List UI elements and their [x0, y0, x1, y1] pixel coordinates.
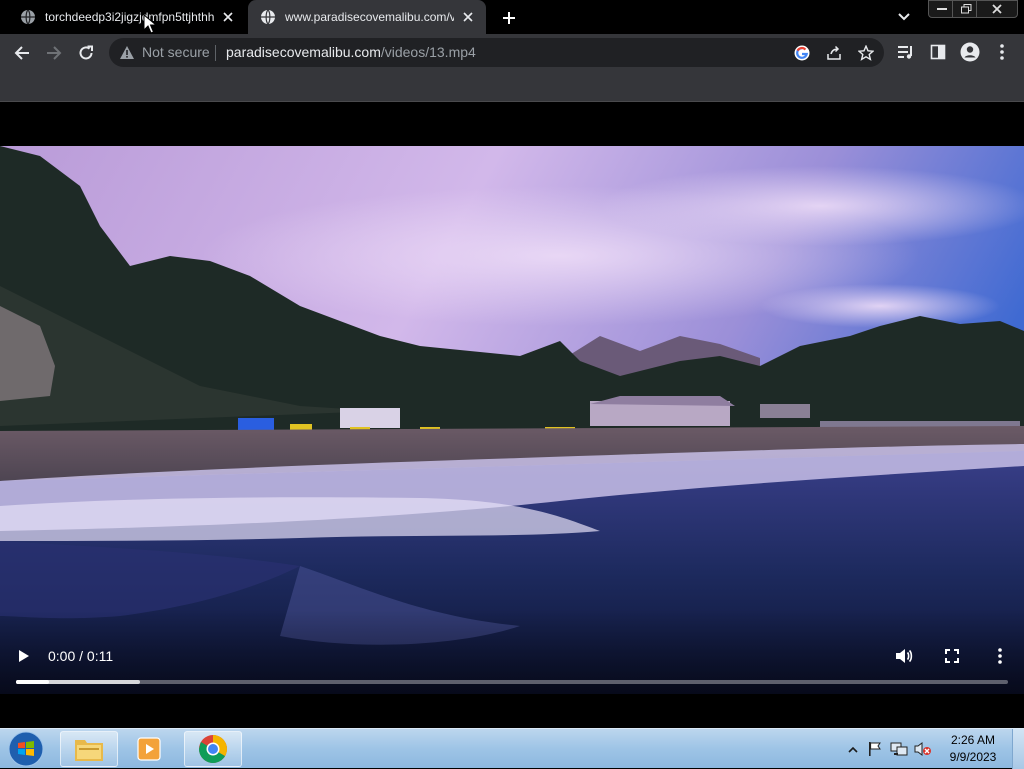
speaker-muted-icon: [914, 742, 931, 756]
tab-title: torchdeedp3i2jigzjdmfpn5ttjhthh: [45, 10, 214, 24]
volume-icon: [896, 649, 913, 663]
new-tab-button[interactable]: [498, 7, 520, 29]
star-icon[interactable]: [857, 44, 875, 62]
tab-title: www.paradisecovemalibu.com/vi: [285, 10, 454, 24]
chevron-up-icon: [848, 746, 858, 753]
bookmarks-bar: [0, 71, 1024, 102]
fullscreen-icon: [945, 649, 959, 663]
played-range: [16, 680, 49, 684]
address-bar[interactable]: Not secure paradisecovemalibu.com/videos…: [109, 38, 884, 67]
flag-icon: [869, 742, 881, 756]
reload-button[interactable]: [72, 39, 100, 67]
globe-icon: [261, 9, 275, 25]
play-button[interactable]: [13, 645, 35, 667]
volume-muted-icon[interactable]: [914, 740, 932, 758]
taskbar-media-player[interactable]: [120, 731, 178, 767]
kebab-menu-icon[interactable]: [991, 41, 1013, 63]
network-icon[interactable]: [890, 740, 908, 758]
forward-button[interactable]: [40, 39, 68, 67]
globe-icon: [21, 9, 35, 25]
kebab-menu-icon: [998, 648, 1002, 664]
windows-orb-icon: [8, 731, 44, 767]
close-window-button[interactable]: [976, 0, 1018, 18]
reload-icon: [79, 45, 93, 60]
video-menu-button[interactable]: [988, 645, 1012, 667]
fullscreen-button[interactable]: [940, 645, 964, 667]
taskbar-chrome[interactable]: [184, 731, 242, 767]
arrow-right-icon: [47, 46, 62, 60]
show-hidden-icons-button[interactable]: [844, 740, 862, 758]
url-host: paradisecovemalibu.com: [226, 44, 381, 60]
minimize-icon: [937, 8, 947, 10]
windows-taskbar: 2:26 AM 9/9/2023: [0, 728, 1024, 769]
folder-icon: [75, 740, 103, 761]
tab-search-button[interactable]: [893, 8, 915, 26]
network-icon-glyph: [890, 742, 908, 756]
media-player-icon: [137, 737, 161, 761]
share-icon[interactable]: [825, 44, 843, 62]
security-label[interactable]: Not secure: [142, 44, 210, 60]
close-icon: [992, 4, 1002, 14]
tab-torchdeedp[interactable]: torchdeedp3i2jigzjdmfpn5ttjhthh: [8, 0, 246, 34]
url-path: /videos/13.mp4: [380, 44, 476, 60]
side-panel-icon[interactable]: [927, 41, 949, 63]
play-icon: [19, 650, 29, 662]
video-time: 0:00 / 0:11: [48, 648, 114, 664]
action-center-icon[interactable]: [866, 740, 884, 758]
chevron-down-icon: [898, 13, 910, 21]
volume-button[interactable]: [892, 645, 916, 667]
show-desktop-button[interactable]: [1012, 729, 1024, 769]
plus-icon: [503, 12, 515, 24]
arrow-left-icon: [14, 46, 29, 60]
warning-icon[interactable]: [119, 45, 135, 60]
omnibox-divider: [215, 45, 216, 61]
clock-date: 9/9/2023: [949, 750, 997, 764]
clock-time: 2:26 AM: [950, 733, 996, 747]
taskbar-file-explorer[interactable]: [60, 731, 118, 767]
back-button[interactable]: [8, 39, 36, 67]
profile-avatar-icon[interactable]: [959, 41, 981, 63]
close-tab-icon[interactable]: [220, 9, 236, 25]
video-progress-bar[interactable]: [16, 680, 1008, 684]
media-controls-icon[interactable]: [895, 41, 917, 63]
taskbar-clock[interactable]: 2:26 AM 9/9/2023: [940, 732, 1006, 766]
chrome-icon: [199, 735, 227, 763]
start-button[interactable]: [6, 731, 46, 767]
url-text[interactable]: paradisecovemalibu.com/videos/13.mp4: [226, 44, 476, 60]
restore-icon: [960, 4, 971, 14]
tab-paradisecove[interactable]: www.paradisecovemalibu.com/vi: [248, 0, 486, 34]
close-tab-icon[interactable]: [460, 9, 476, 25]
google-lens-icon[interactable]: [793, 44, 811, 62]
mouse-cursor-icon: [143, 14, 157, 34]
